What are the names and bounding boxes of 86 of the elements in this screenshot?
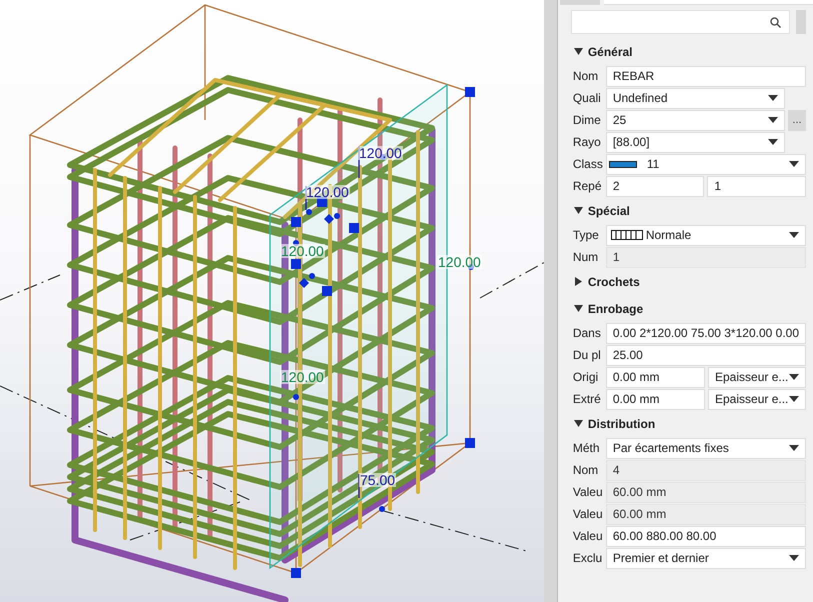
section-title: Spécial xyxy=(588,202,630,220)
search-icon xyxy=(770,16,781,28)
section-header[interactable]: Distribution xyxy=(570,410,813,437)
dimension-label: 120.00 xyxy=(358,146,403,160)
dimension-label: 120.00 xyxy=(437,255,482,269)
search-field[interactable] xyxy=(570,10,790,34)
dropdown-field[interactable]: Premier et dernier xyxy=(606,548,806,568)
section-title: Crochets xyxy=(588,274,640,290)
dropdown-field[interactable]: 11 xyxy=(606,154,806,174)
property-label: Quali xyxy=(572,90,602,107)
dropdown-field[interactable]: Undefined xyxy=(606,88,785,108)
dropdown-field[interactable]: [88.00] xyxy=(606,132,785,152)
dropdown-caret-icon xyxy=(789,555,799,561)
property-label: Exclu xyxy=(572,550,604,567)
dropdown-caret-icon xyxy=(789,232,799,238)
property-label: Extré xyxy=(572,391,602,408)
section-header[interactable]: Général xyxy=(570,38,813,65)
property-label: Nom xyxy=(572,462,600,479)
dropdown-caret-icon xyxy=(768,117,778,123)
expanded-triangle-icon xyxy=(574,419,583,428)
dropdown-value: Epaisseur e... xyxy=(715,391,788,408)
property-label: Rayo xyxy=(572,134,602,151)
expanded-triangle-icon xyxy=(574,304,583,313)
property-label: Num xyxy=(572,249,600,266)
expanded-triangle-icon xyxy=(574,206,583,215)
dropdown-field[interactable]: Par écartements fixes xyxy=(606,438,806,458)
dropdown-value: Premier et dernier xyxy=(612,550,709,567)
dropdown-value: 11 xyxy=(646,156,660,173)
property-label: Nom xyxy=(572,68,600,85)
dropdown-value: Par écartements fixes xyxy=(612,440,729,457)
text-field[interactable]: 0.00 mm xyxy=(606,366,705,388)
property-label: Du pl xyxy=(572,347,602,364)
section-title: Enrobage xyxy=(588,300,644,318)
dropdown-value: 25 xyxy=(612,112,626,129)
property-label: Méth xyxy=(572,440,601,457)
dimension-label: 120.00 xyxy=(280,370,325,384)
section-title: Général xyxy=(588,44,633,60)
dropdown-caret-icon xyxy=(768,95,778,101)
dimension-label: 120.00 xyxy=(280,244,325,258)
section-header[interactable]: Crochets xyxy=(570,268,813,295)
property-label: Origi xyxy=(572,369,600,386)
toolbar-button[interactable] xyxy=(560,0,600,5)
property-label: Valeu xyxy=(572,506,604,523)
dimension-label: 75.00 xyxy=(359,473,396,487)
readonly-field: 1 xyxy=(606,246,806,268)
dropdown-field[interactable]: Epaisseur e... xyxy=(708,366,806,388)
section-header[interactable]: Enrobage xyxy=(570,295,813,322)
section-header[interactable]: Spécial xyxy=(570,197,813,224)
property-label: Valeu xyxy=(572,528,604,545)
dropdown-value: Epaisseur e... xyxy=(715,369,788,386)
section-title: Distribution xyxy=(588,416,656,432)
dropdown-value: Undefined xyxy=(612,90,668,107)
dropdown-field[interactable]: Epaisseur e... xyxy=(708,388,806,410)
dropdown-caret-icon xyxy=(789,374,799,380)
collapsed-triangle-icon xyxy=(574,277,583,286)
property-label: Valeu xyxy=(572,484,604,501)
property-label: Repé xyxy=(572,178,603,195)
dropdown-value: [88.00] xyxy=(612,134,650,151)
dropdown-caret-icon xyxy=(789,445,799,451)
panel-splitter[interactable] xyxy=(544,0,558,602)
browse-button[interactable]: ... xyxy=(788,110,806,130)
property-label: Type xyxy=(572,227,600,244)
readonly-field: 60.00 mm xyxy=(606,504,806,524)
side-button[interactable] xyxy=(796,10,806,34)
text-field[interactable]: 60.00 880.00 80.00 xyxy=(606,526,806,546)
text-field[interactable]: 1 xyxy=(707,176,806,196)
dropdown-caret-icon xyxy=(789,161,799,167)
text-field[interactable]: REBAR xyxy=(606,66,806,86)
property-label: Dime xyxy=(572,112,602,129)
rebar-pattern-icon xyxy=(610,230,643,240)
text-field[interactable]: 0.00 2*120.00 75.00 3*120.00 0.00 xyxy=(606,322,806,344)
text-field[interactable]: 0.00 mm xyxy=(606,388,705,410)
readonly-field: 60.00 mm xyxy=(606,482,806,502)
dimension-label: 120.00 xyxy=(305,185,350,199)
dropdown-value: Normale xyxy=(646,227,692,244)
dropdown-field[interactable]: Normale xyxy=(606,224,806,246)
text-field[interactable]: 2 xyxy=(606,176,704,196)
dropdown-caret-icon xyxy=(768,139,778,145)
selector-field[interactable] xyxy=(604,0,813,5)
text-field[interactable]: 25.00 xyxy=(606,344,806,366)
expanded-triangle-icon xyxy=(574,47,583,56)
dropdown-caret-icon xyxy=(789,396,799,402)
property-label: Class xyxy=(572,156,604,173)
property-label: Dans xyxy=(572,325,602,342)
readonly-field: 4 xyxy=(606,460,806,480)
dropdown-field[interactable]: 25 xyxy=(606,110,785,130)
